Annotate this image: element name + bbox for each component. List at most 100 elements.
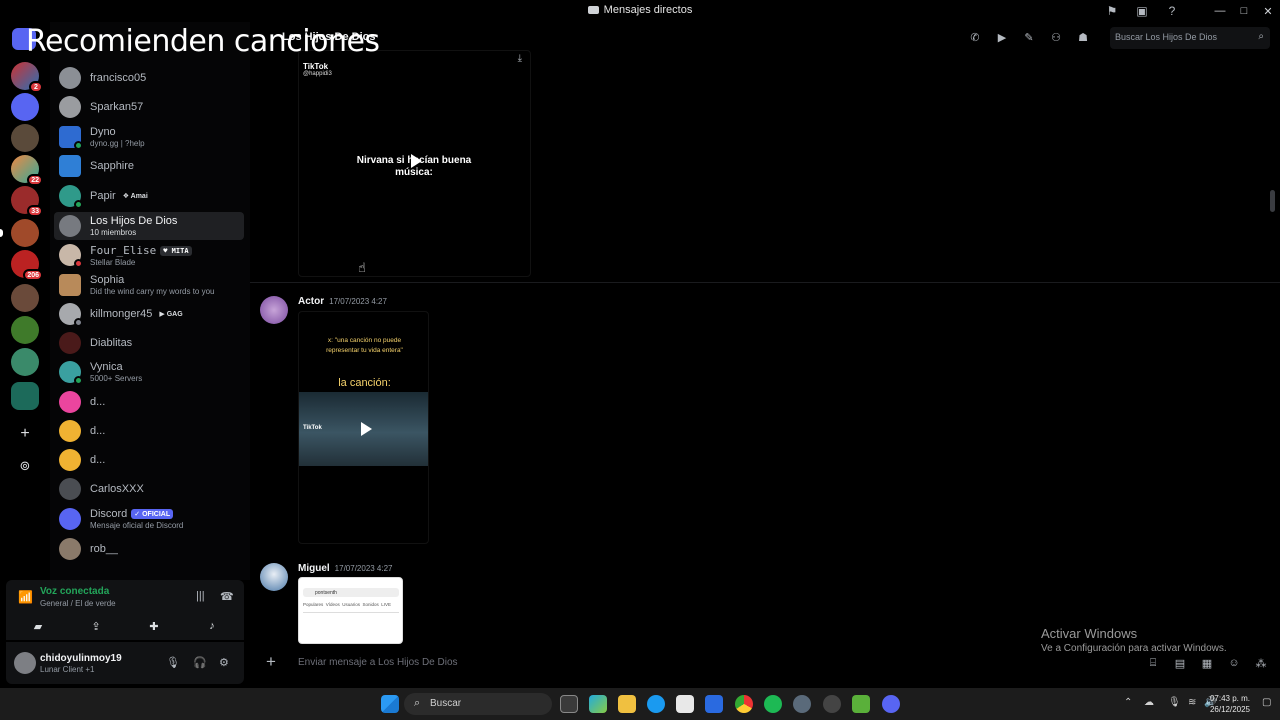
dm-item[interactable]: Diablitas — [54, 329, 244, 357]
close-button[interactable]: ✕ — [1256, 0, 1280, 22]
selected-indicator — [0, 229, 3, 237]
dm-item[interactable]: francisco05 — [54, 64, 244, 92]
server-icon[interactable] — [11, 382, 39, 410]
dm-item[interactable]: Sapphire — [54, 152, 244, 180]
image-attachment[interactable]: pontsenth Populares Vídeos Usuarios Soni… — [298, 577, 403, 644]
clock[interactable]: 07:43 p. m. 26/12/2025 — [1210, 693, 1250, 715]
voice-channel[interactable]: General / El de verde — [40, 599, 116, 608]
task-view-icon[interactable] — [560, 695, 578, 713]
headphones-icon[interactable]: 🎧 — [193, 656, 207, 669]
attach-plus-icon[interactable]: + — [266, 652, 276, 672]
server-icon[interactable] — [11, 348, 39, 376]
scrollbar-thumb[interactable] — [1270, 190, 1275, 212]
screen-share-button[interactable]: ⇪ — [70, 616, 122, 636]
store-icon[interactable] — [676, 695, 694, 713]
member-list-icon[interactable]: ☗ — [1076, 30, 1090, 44]
minimize-button[interactable]: — — [1208, 0, 1232, 22]
camera-off-button[interactable]: ▰ — [12, 616, 64, 636]
add-friends-icon[interactable]: ⚇ — [1049, 30, 1063, 44]
dm-item[interactable]: Dyno dyno.gg | ?help — [54, 123, 244, 151]
dm-item[interactable]: CarlosXXX — [54, 475, 244, 503]
server-icon[interactable] — [11, 93, 39, 121]
maximize-button[interactable]: □ — [1232, 0, 1256, 22]
dm-item[interactable]: d... — [54, 446, 244, 474]
flag-icon[interactable]: ⚑ — [1104, 3, 1120, 19]
author-name[interactable]: Actor — [298, 296, 324, 307]
disconnect-icon[interactable]: ☎ — [220, 590, 234, 603]
dm-item[interactable]: Sophia Did the wind carry my words to you — [54, 271, 244, 299]
microphone-icon[interactable]: 🎙 — [166, 656, 180, 669]
gift-icon[interactable]: ⌸ — [1146, 656, 1160, 670]
server-icon[interactable] — [11, 284, 39, 312]
mail-icon[interactable] — [705, 695, 723, 713]
screenshot-tabs: Populares Vídeos Usuarios Sonidos LIVE — [303, 602, 392, 607]
tray-chevron-icon[interactable]: ⌃ — [1124, 697, 1132, 708]
voice-call-icon[interactable]: ✆ — [968, 30, 982, 44]
user-avatar[interactable] — [14, 652, 36, 674]
notifications-icon[interactable]: ▢ — [1262, 697, 1271, 708]
app-icon[interactable] — [823, 695, 841, 713]
chrome-icon[interactable] — [735, 695, 753, 713]
title-bar-icons: ⚑ ▣ ? — [1104, 3, 1180, 19]
settings-icon[interactable] — [793, 695, 811, 713]
start-windows-icon[interactable] — [381, 695, 399, 713]
server-icon[interactable] — [11, 219, 39, 247]
cloud-icon[interactable]: ☁ — [1144, 697, 1154, 708]
message-header: Actor 17/07/2023 4:27 — [298, 296, 387, 307]
gif-icon[interactable]: ▤ — [1173, 656, 1187, 670]
user-name[interactable]: chidoyulinmoy19 — [40, 653, 122, 664]
play-icon[interactable] — [411, 154, 422, 168]
widgets-icon[interactable] — [589, 695, 607, 713]
add-server-icon[interactable]: + — [11, 420, 39, 448]
dm-item[interactable]: rob__ — [54, 535, 244, 563]
dm-status: 5000+ Servers — [90, 374, 143, 383]
dm-name-text: Four_Elise — [90, 243, 157, 257]
soundboard-button[interactable]: ♪ — [186, 616, 238, 636]
server-icon[interactable]: 33 — [11, 186, 43, 217]
dm-item[interactable]: Papir ❖ Amai — [54, 182, 244, 210]
video-embed[interactable]: x: "una canción no puede representar tu … — [298, 311, 429, 544]
noise-suppression-icon[interactable]: ||| — [196, 590, 205, 602]
dm-item[interactable]: Four_Elise ♥ MITA Stellar Blade — [54, 241, 244, 269]
download-icon[interactable]: ⤓ — [518, 53, 522, 64]
pin-icon[interactable]: ✎ — [1022, 30, 1036, 44]
dm-item[interactable]: Sparkan57 — [54, 93, 244, 121]
sticker-icon[interactable]: ▦ — [1200, 656, 1214, 670]
voice-status[interactable]: Voz conectada — [40, 586, 109, 597]
file-explorer-icon[interactable] — [618, 695, 636, 713]
avatar[interactable] — [260, 296, 288, 324]
edge-browser-icon[interactable] — [647, 695, 665, 713]
dm-item[interactable]: killmonger45 ▶ GAG — [54, 300, 244, 328]
dm-item-los-hijos-de-dios[interactable]: Los Hijos De Dios 10 miembros — [54, 212, 244, 240]
dm-item[interactable]: Vynica 5000+ Servers — [54, 358, 244, 386]
dm-item-discord[interactable]: Discord ✓ OFICIAL Mensaje oficial de Disco… — [54, 505, 244, 533]
video-caption-top: x: "una canción no puede representar tu … — [326, 337, 403, 354]
apps-icon[interactable]: ⁂ — [1254, 656, 1268, 670]
search-input[interactable]: Buscar Los Hijos De Dios ⌕ — [1110, 27, 1270, 49]
mic-tray-icon[interactable]: 🎙 — [1168, 697, 1181, 708]
server-icon[interactable]: 206 — [11, 250, 43, 281]
server-icon[interactable] — [11, 124, 39, 152]
video-embed[interactable]: TikTok @happidi3 ⤓ Nirvana si hacían bue… — [298, 50, 531, 277]
dm-item[interactable]: d... — [54, 388, 244, 416]
help-icon[interactable]: ? — [1164, 3, 1180, 19]
dm-item[interactable]: d... — [54, 417, 244, 445]
signal-icon[interactable]: 📶 — [18, 590, 33, 604]
spotify-icon[interactable] — [764, 695, 782, 713]
play-icon[interactable] — [361, 422, 372, 436]
author-name[interactable]: Miguel — [298, 563, 330, 574]
discord-taskbar-icon[interactable] — [882, 695, 900, 713]
server-icon[interactable]: 22 — [11, 155, 43, 186]
emoji-icon[interactable]: ☺ — [1227, 656, 1241, 670]
inbox-tray-icon[interactable]: ▣ — [1134, 3, 1150, 19]
avatar[interactable] — [260, 563, 288, 591]
wifi-icon[interactable]: ≋ — [1188, 697, 1196, 708]
server-icon[interactable] — [11, 316, 39, 344]
taskbar-search[interactable]: ⌕ Buscar — [404, 693, 552, 715]
server-icon[interactable]: 2 — [11, 62, 43, 93]
explore-icon[interactable]: ⊚ — [11, 452, 39, 480]
video-call-icon[interactable]: ▶ — [995, 30, 1009, 44]
activities-button[interactable]: ✚ — [128, 616, 180, 636]
settings-gear-icon[interactable]: ⚙ — [219, 656, 229, 669]
minecraft-icon[interactable] — [852, 695, 870, 713]
